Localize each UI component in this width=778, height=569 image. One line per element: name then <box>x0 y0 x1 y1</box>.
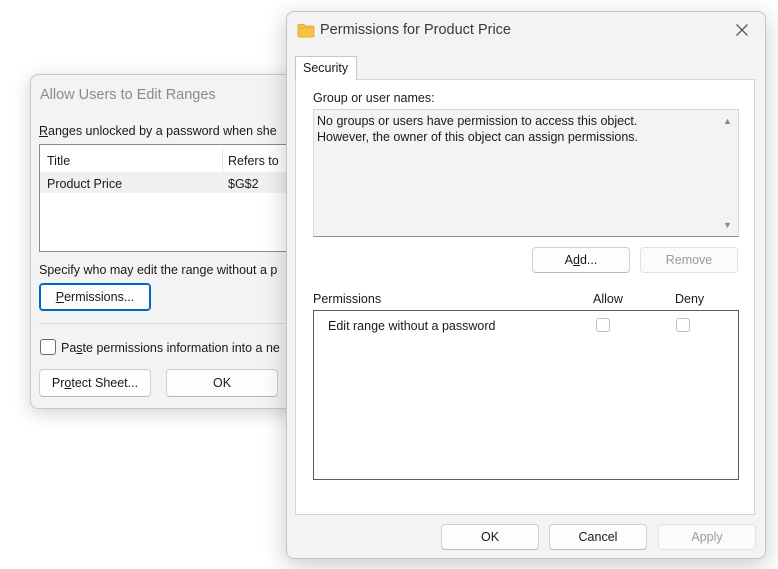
group-user-list[interactable]: No groups or users have permission to ac… <box>313 109 739 237</box>
deny-column-header: Deny <box>675 292 705 306</box>
add-button[interactable]: Add... <box>532 247 630 273</box>
range-refers-to: $G$2 <box>228 177 259 191</box>
column-divider[interactable] <box>222 149 223 171</box>
paste-permissions-label[interactable]: Paste permissions information into a ne <box>61 341 280 355</box>
dialog-title: Permissions for Product Price <box>320 22 511 38</box>
permissions-header-label: Permissions <box>313 292 382 306</box>
permissions-list: Edit range without a password <box>313 310 739 480</box>
protect-sheet-button[interactable]: Protect Sheet... <box>39 369 151 397</box>
ranges-label: Ranges unlocked by a password when she <box>39 124 277 138</box>
column-header-refers-to[interactable]: Refers to <box>228 154 279 168</box>
cancel-button[interactable]: Cancel <box>549 524 647 550</box>
no-groups-message: No groups or users have permission to ac… <box>317 114 638 144</box>
range-title: Product Price <box>47 177 123 191</box>
ok-button[interactable]: OK <box>441 524 539 550</box>
close-icon[interactable] <box>733 21 751 39</box>
column-header-title[interactable]: Title <box>47 154 70 168</box>
permissions-dialog: Permissions for Product Price Security G… <box>286 11 766 559</box>
folder-icon <box>297 24 315 38</box>
paste-permissions-checkbox[interactable] <box>40 339 56 355</box>
permission-label: Edit range without a password <box>328 319 496 333</box>
scroll-down-arrow-icon[interactable]: ▼ <box>723 220 732 230</box>
scroll-up-arrow-icon[interactable]: ▲ <box>723 116 732 126</box>
allow-column-header: Allow <box>593 292 623 306</box>
allow-checkbox[interactable] <box>596 318 610 332</box>
tab-security[interactable]: Security <box>295 56 357 80</box>
dialog-title: Allow Users to Edit Ranges <box>40 87 216 103</box>
remove-button[interactable]: Remove <box>640 247 738 273</box>
apply-button[interactable]: Apply <box>658 524 756 550</box>
permissions-button[interactable]: Permissions... <box>39 283 151 311</box>
deny-checkbox[interactable] <box>676 318 690 332</box>
specify-label: Specify who may edit the range without a… <box>39 263 278 277</box>
ok-button[interactable]: OK <box>166 369 278 397</box>
group-or-user-names-label: Group or user names: <box>313 91 435 105</box>
